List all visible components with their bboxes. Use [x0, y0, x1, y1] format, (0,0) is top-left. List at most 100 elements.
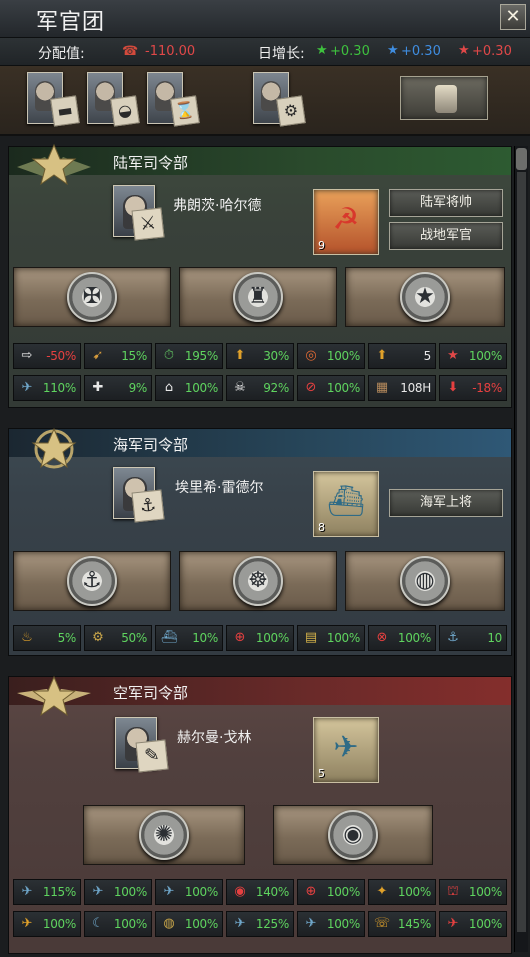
- mod-icon: ✈: [21, 884, 33, 899]
- mod-value: 92%: [263, 381, 289, 395]
- general-card[interactable]: ▬: [27, 72, 80, 127]
- air-modifier[interactable]: ✈ 100%: [297, 911, 365, 937]
- army-trait-button[interactable]: ☭ 9: [313, 189, 379, 255]
- mod-icon: ⌂: [164, 380, 174, 395]
- air-modifier[interactable]: ☏ 145%: [368, 911, 436, 937]
- air-modifier[interactable]: ✈ 100%: [84, 879, 152, 905]
- army-modifier[interactable]: ✈ 110%: [13, 375, 81, 401]
- mod-icon: ☠: [234, 380, 246, 395]
- army-spirit-slot[interactable]: ✠: [13, 267, 171, 327]
- air-spirit-slot[interactable]: ◉: [273, 805, 433, 865]
- army-modifier[interactable]: ▦ 108H: [368, 375, 436, 401]
- navy-spirit-slot[interactable]: ☸: [179, 551, 337, 611]
- army-modifier[interactable]: ⬇ -18%: [439, 375, 507, 401]
- mod-value: 100%: [468, 917, 502, 931]
- army-spirit-slot[interactable]: ★: [345, 267, 505, 327]
- army-modifier[interactable]: ⬆ 5: [368, 343, 436, 369]
- air-trait-count: 5: [318, 767, 325, 780]
- stats-bar: 分配值: ☎ -110.00 日增长: ★ +0.30 ★ +0.30 ★ +0…: [0, 38, 530, 66]
- air-modifier[interactable]: ✈ 100%: [155, 879, 223, 905]
- army-header: 陆军司令部: [9, 143, 511, 186]
- navy-header: 海军司令部: [9, 427, 511, 469]
- navy-modifier[interactable]: ♨ 5%: [13, 625, 81, 651]
- mod-value: 10%: [192, 631, 218, 645]
- mod-value: 5%: [57, 631, 77, 645]
- officer-badge-icon: ♜: [233, 272, 283, 322]
- winged-soldiers-badge-icon: ✠: [67, 272, 117, 322]
- navy-xp-gain: +0.30: [401, 44, 441, 59]
- navy-modifier[interactable]: ⊕ 100%: [226, 625, 294, 651]
- daily-gain-label: 日增长:: [258, 46, 305, 62]
- army-modifier[interactable]: ⌂ 100%: [155, 375, 223, 401]
- hourglass-icon: ⌛: [170, 95, 200, 127]
- mod-value: 115%: [42, 885, 76, 899]
- mod-icon: ⚙: [92, 630, 104, 645]
- army-modifier[interactable]: ◎ 100%: [297, 343, 365, 369]
- navy-trait-count: 8: [318, 521, 325, 534]
- navy-modifier[interactable]: ▤ 100%: [297, 625, 365, 651]
- mod-value: 108H: [400, 381, 431, 395]
- mod-icon: ◉: [234, 884, 246, 899]
- mod-value: 100%: [184, 885, 218, 899]
- general-card[interactable]: ⌛: [147, 72, 200, 127]
- air-modifier[interactable]: ◍ 100%: [155, 911, 223, 937]
- army-modifier[interactable]: ➹ 15%: [84, 343, 152, 369]
- navy-modifier[interactable]: ⊗ 100%: [368, 625, 436, 651]
- army-modifier[interactable]: ☠ 92%: [226, 375, 294, 401]
- air-trait-button[interactable]: ✈ 5: [313, 717, 379, 783]
- mod-icon: ✈: [305, 916, 317, 931]
- air-modifier[interactable]: ✦ 100%: [368, 879, 436, 905]
- mod-value: 30%: [263, 349, 289, 363]
- mod-value: 100%: [326, 917, 360, 931]
- mod-value: 100%: [468, 885, 502, 899]
- mod-icon: ⇨: [21, 348, 33, 363]
- air-modifier[interactable]: ⊕ 100%: [297, 879, 365, 905]
- army-modifier[interactable]: ★ 100%: [439, 343, 507, 369]
- mod-icon: ✈: [92, 884, 104, 899]
- army-spirit-slot[interactable]: ♜: [179, 267, 337, 327]
- tank-icon: ▬: [50, 95, 80, 127]
- air-modifier[interactable]: ✈ 100%: [439, 911, 507, 937]
- mod-value: -50%: [46, 349, 76, 363]
- pen-icon: ✎: [135, 739, 169, 773]
- mod-icon: ⊕: [234, 630, 246, 645]
- mod-value: 110%: [42, 381, 76, 395]
- navy-spirit-slot[interactable]: ◍: [345, 551, 505, 611]
- mod-icon: ▦: [375, 380, 389, 395]
- air-modifier[interactable]: ✈ 115%: [13, 879, 81, 905]
- general-card[interactable]: ⚙: [253, 72, 306, 127]
- air-modifier[interactable]: ✈ 125%: [226, 911, 294, 937]
- mod-icon: ⛴: [160, 630, 178, 645]
- navy-emblem-icon: [31, 427, 77, 469]
- scroll-up-button[interactable]: [516, 148, 527, 170]
- army-modifier[interactable]: ⇨ -50%: [13, 343, 81, 369]
- navy-modifier[interactable]: ⚙ 50%: [84, 625, 152, 651]
- army-modifier[interactable]: ⏱ 195%: [155, 343, 223, 369]
- navy-modifier[interactable]: ⛴ 10%: [155, 625, 223, 651]
- air-modifier[interactable]: ⛫ 100%: [439, 879, 507, 905]
- air-modifier[interactable]: ☾ 100%: [84, 911, 152, 937]
- navy-modifier[interactable]: ⚓ 10: [439, 625, 507, 651]
- army-modifier[interactable]: ⬆ 30%: [226, 343, 294, 369]
- air-spirit-slot[interactable]: ✺: [83, 805, 245, 865]
- mod-value: 100%: [468, 349, 502, 363]
- navy-trait-button[interactable]: ⛴ 8: [313, 471, 379, 537]
- air-modifier[interactable]: ◉ 140%: [226, 879, 294, 905]
- army-marshal-button[interactable]: 陆军将帅: [389, 189, 503, 217]
- army-modifier[interactable]: ⊘ 100%: [297, 375, 365, 401]
- grand-admiral-button[interactable]: 海军上将: [389, 489, 503, 517]
- air-modifier[interactable]: ✈ 100%: [13, 911, 81, 937]
- general-card[interactable]: ◒: [87, 72, 140, 127]
- scrollbar[interactable]: [514, 146, 528, 952]
- helmet-icon: ◒: [110, 95, 140, 127]
- army-modifier[interactable]: ✚ 9%: [84, 375, 152, 401]
- medal-button[interactable]: [400, 76, 488, 120]
- mod-value: 100%: [326, 631, 360, 645]
- navy-spirit-slot[interactable]: ⚓: [13, 551, 171, 611]
- close-button[interactable]: ✕: [500, 4, 526, 30]
- field-officer-button[interactable]: 战地军官: [389, 222, 503, 250]
- mod-value: 140%: [255, 885, 289, 899]
- air-emblem-icon: [17, 675, 91, 717]
- scroll-thumb[interactable]: [517, 172, 526, 932]
- mod-icon: ☾: [92, 916, 104, 931]
